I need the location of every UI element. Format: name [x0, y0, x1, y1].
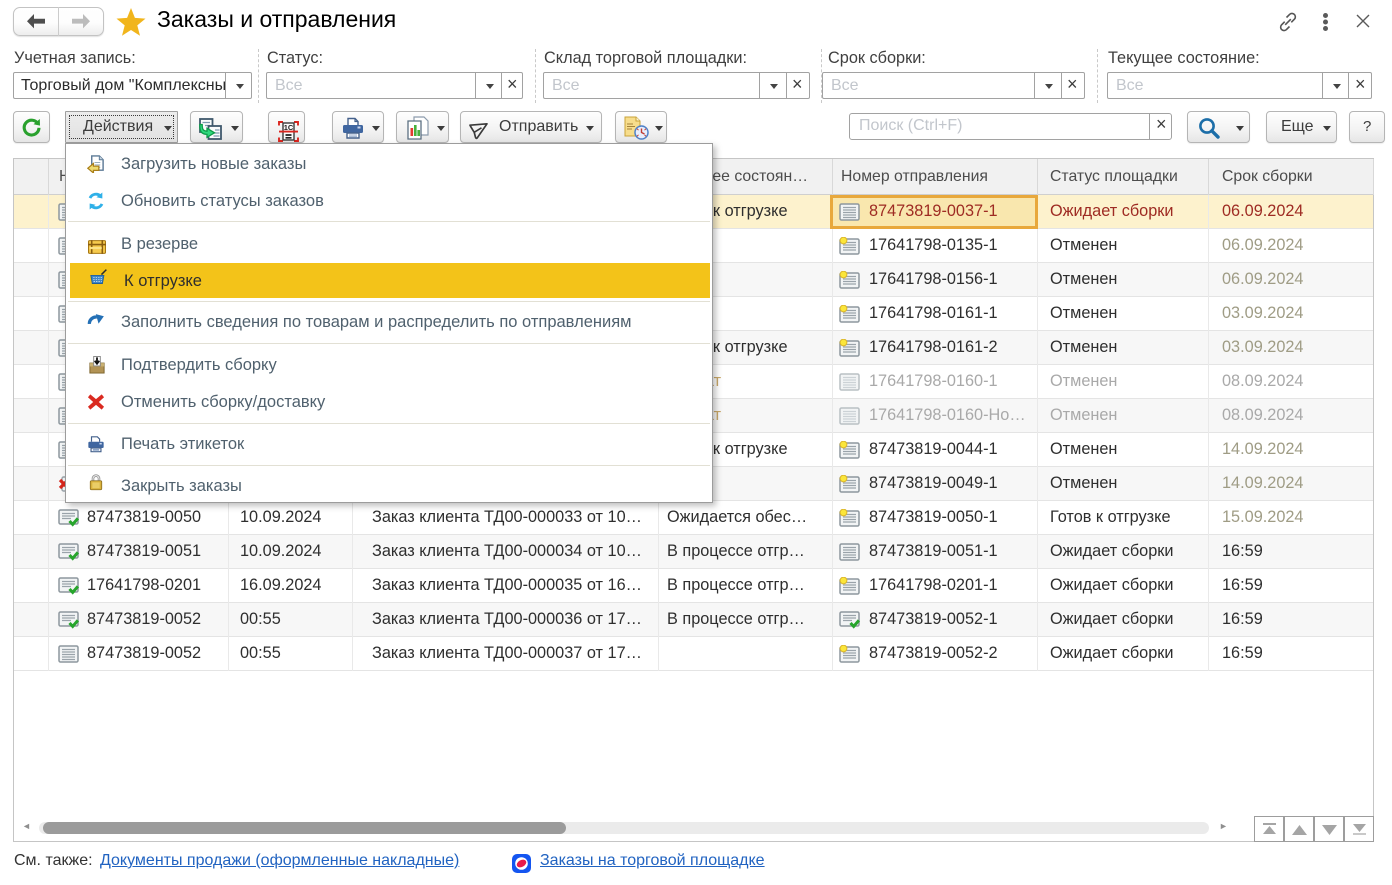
svg-text:1С: 1С: [284, 123, 294, 132]
